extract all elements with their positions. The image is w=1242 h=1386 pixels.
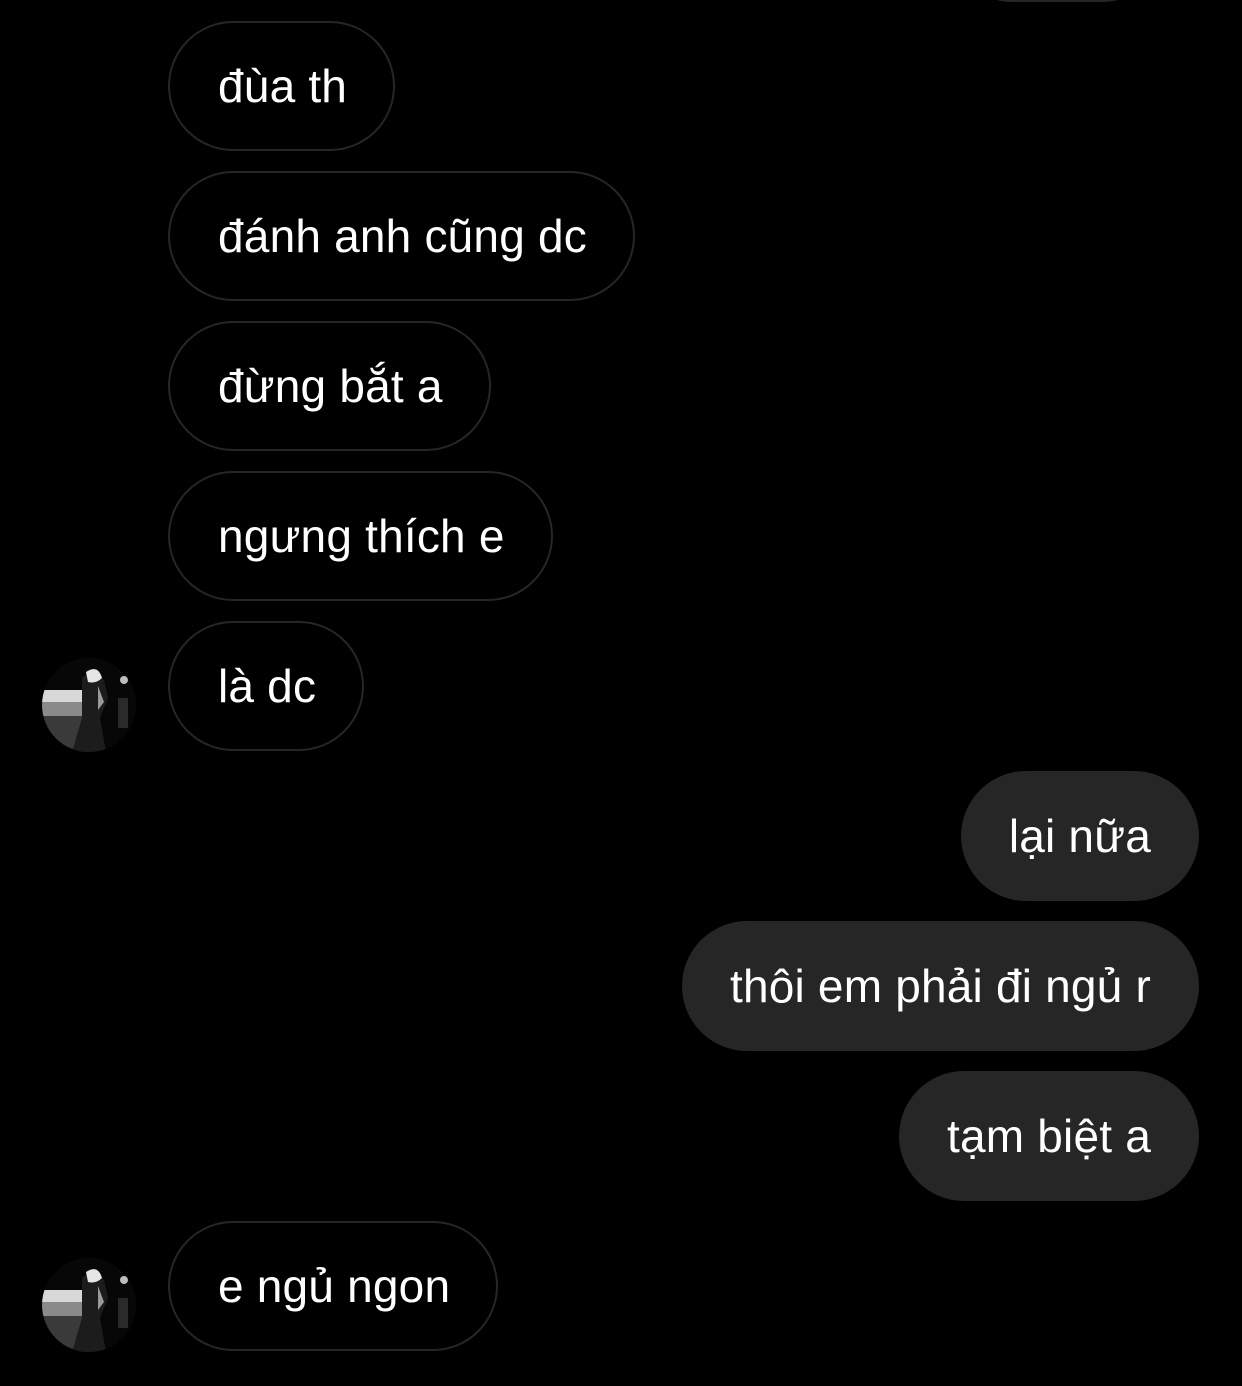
message-bubble-incoming[interactable]: ngưng thích e bbox=[168, 471, 553, 601]
message-bubble-incoming[interactable]: e ngủ ngon bbox=[168, 1221, 499, 1351]
message-bubble-outgoing[interactable]: tạm biệt a bbox=[899, 1071, 1199, 1201]
message-text: đánh anh cũng dc bbox=[218, 210, 587, 262]
partial-message-bubble bbox=[952, 0, 1162, 2]
message-text: là dc bbox=[218, 660, 317, 712]
message-text: e ngủ ngon bbox=[218, 1260, 451, 1312]
message-bubble-outgoing[interactable]: thôi em phải đi ngủ r bbox=[681, 921, 1199, 1051]
message-text: lại nữa bbox=[1008, 810, 1151, 862]
message-bubble-incoming[interactable]: đùa th bbox=[168, 21, 396, 151]
message-bubble-outgoing[interactable]: lại nữa bbox=[960, 771, 1199, 901]
contact-avatar[interactable] bbox=[42, 1258, 136, 1352]
contact-avatar[interactable] bbox=[42, 658, 136, 752]
message-bubble-incoming[interactable]: đánh anh cũng dc bbox=[168, 171, 635, 301]
message-text: tạm biệt a bbox=[947, 1110, 1151, 1162]
message-text: thôi em phải đi ngủ r bbox=[729, 960, 1151, 1012]
avatar-photo-icon bbox=[42, 1258, 136, 1352]
message-bubble-incoming[interactable]: là dc bbox=[168, 621, 365, 751]
message-text: đùa th bbox=[218, 60, 348, 112]
message-text: ngưng thích e bbox=[218, 510, 505, 562]
avatar-photo-icon bbox=[42, 658, 136, 752]
message-text: đừng bắt a bbox=[218, 360, 443, 412]
message-bubble-incoming[interactable]: đừng bắt a bbox=[168, 321, 491, 451]
